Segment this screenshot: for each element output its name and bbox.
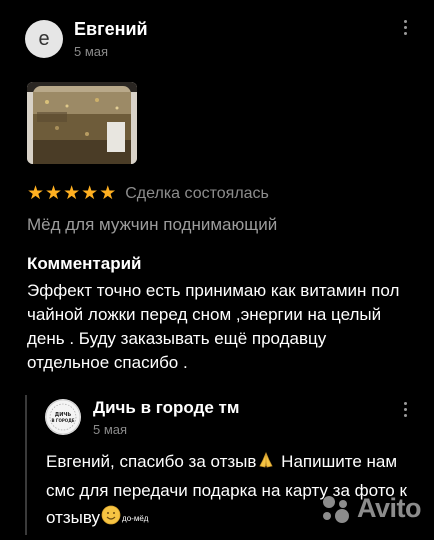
- honey-jar-photo: [27, 82, 137, 164]
- avito-logo-icon: [323, 495, 349, 523]
- watermark-text: Avito: [357, 493, 422, 523]
- reply-text-part1: Евгений, спасибо за отзыв: [46, 452, 257, 471]
- seller-avatar[interactable]: ДИЧЬ В ГОРОДЕ: [45, 399, 81, 435]
- star-icon: ★: [45, 183, 63, 204]
- praying-hands-emoji: [256, 450, 276, 478]
- kebab-menu-icon[interactable]: [402, 402, 408, 417]
- seller-logo-icon: ДИЧЬ В ГОРОДЕ: [45, 399, 81, 435]
- svg-text:В ГОРОДЕ: В ГОРОДЕ: [51, 418, 74, 423]
- star-icon: ★: [81, 183, 99, 204]
- sticker-caption: до-мёд: [122, 514, 149, 523]
- smiling-face-emoji: [100, 504, 122, 534]
- author-avatar-initial: е: [38, 27, 50, 50]
- star-icon: ★: [63, 183, 81, 204]
- avito-watermark: Avito: [319, 493, 422, 524]
- review-date: 5 мая: [74, 44, 109, 59]
- comment-text: Эффект точно есть принимаю как витамин п…: [27, 281, 400, 372]
- reply-thread-line: [25, 395, 27, 535]
- seller-name[interactable]: Дичь в городе тм: [93, 398, 239, 418]
- rating-row: ★ ★ ★ ★ ★ Сделка состоялась: [27, 184, 269, 204]
- star-icon: ★: [99, 183, 117, 204]
- kebab-menu-icon[interactable]: [402, 20, 408, 35]
- deal-status: Сделка состоялась: [125, 185, 269, 202]
- comment-heading: Комментарий: [27, 254, 142, 273]
- author-avatar[interactable]: е: [25, 20, 63, 58]
- star-icon: ★: [27, 183, 45, 204]
- item-title[interactable]: Мёд для мужчин поднимающий: [27, 215, 277, 235]
- review-photo[interactable]: [27, 82, 137, 164]
- author-name[interactable]: Евгений: [74, 19, 148, 40]
- reply-date: 5 мая: [93, 422, 128, 437]
